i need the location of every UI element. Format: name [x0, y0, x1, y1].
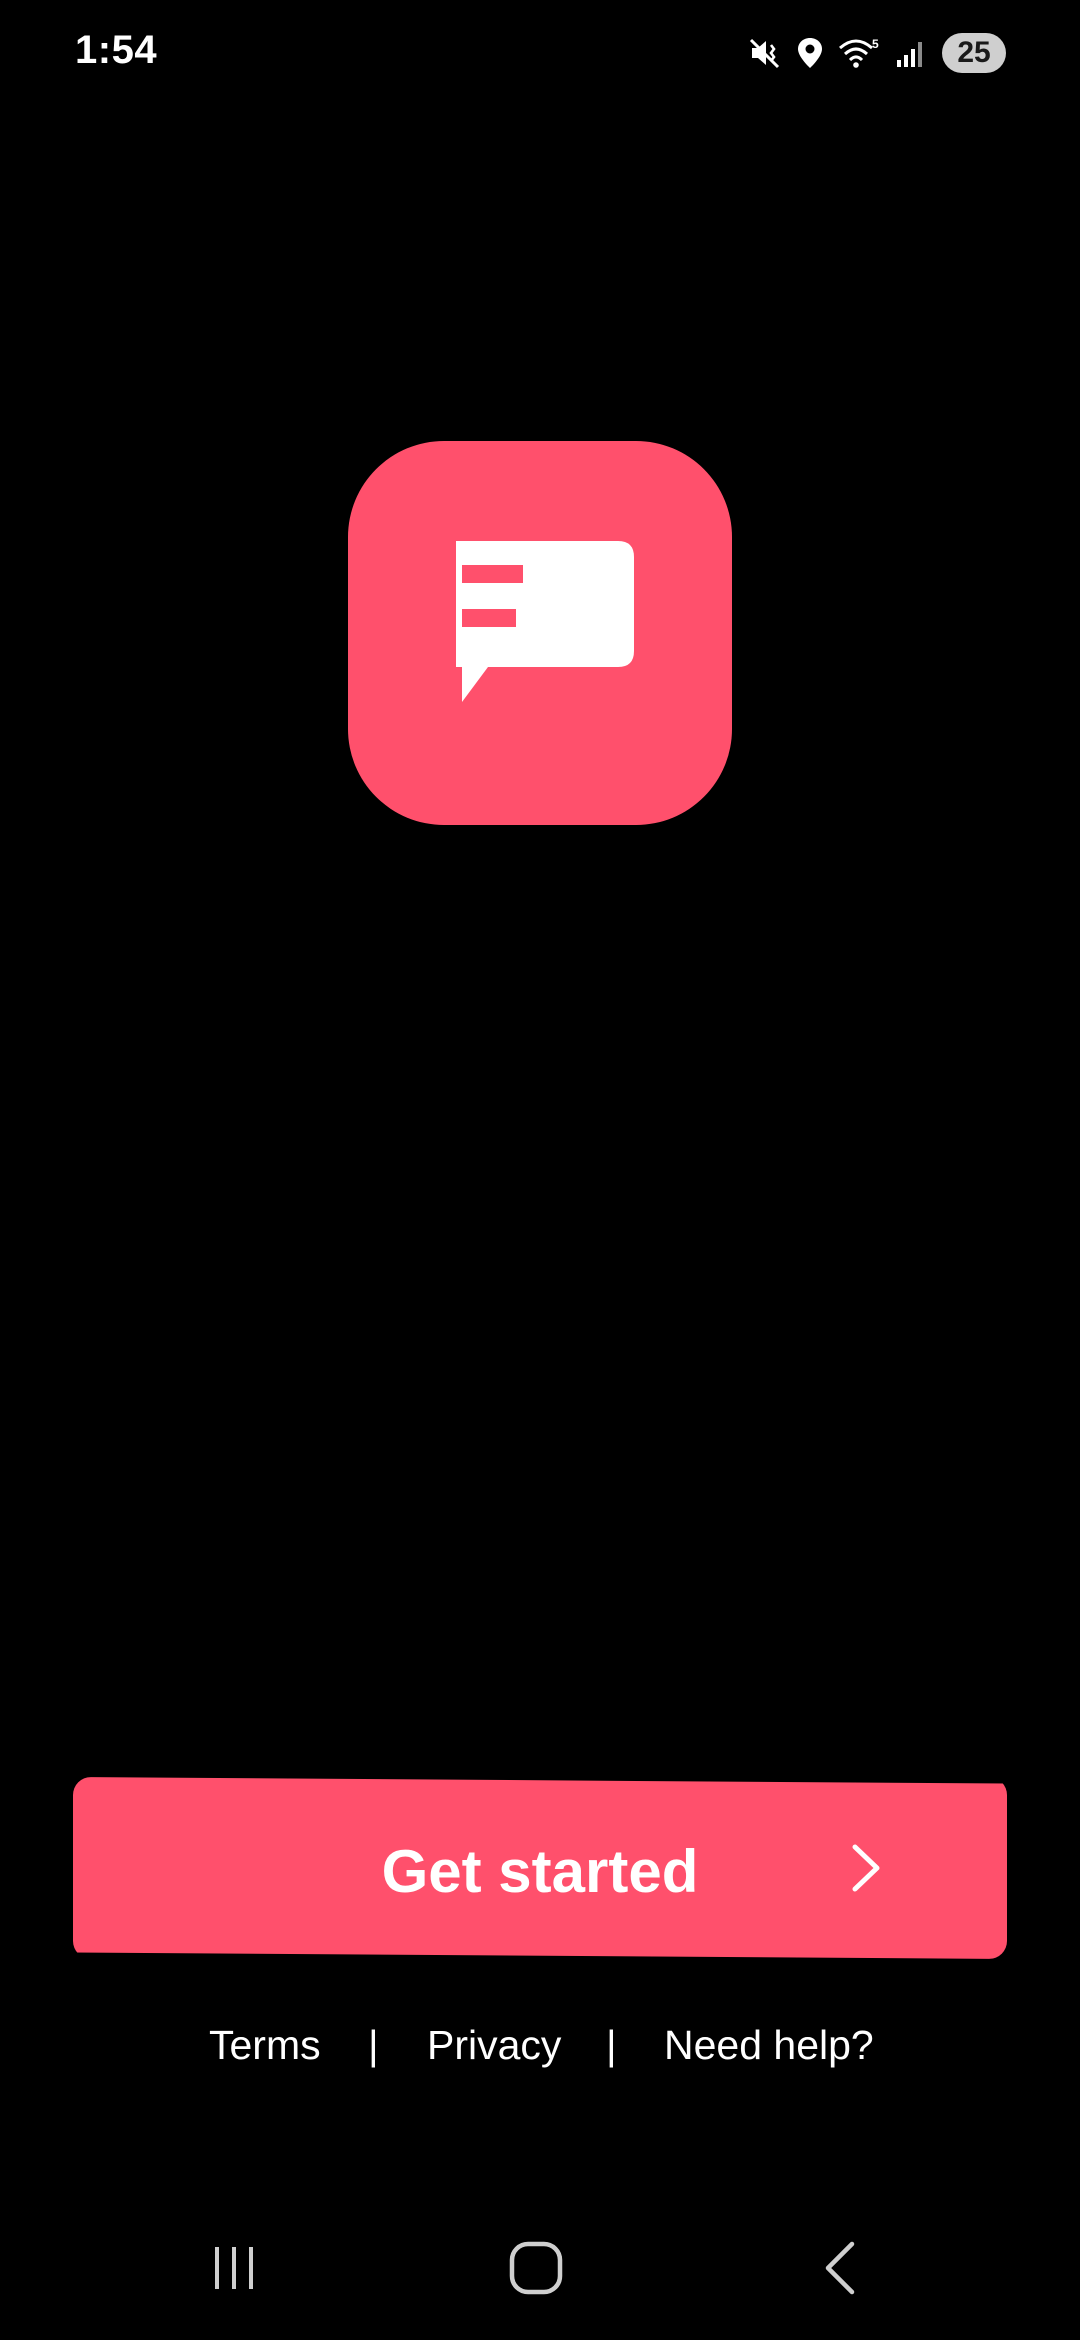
footer-links: Terms | Privacy | Need help?: [0, 2022, 1080, 2078]
mute-vibrate-icon: [748, 36, 782, 70]
chat-bubble-logo-icon: [440, 540, 640, 726]
recent-apps-icon: [209, 2243, 259, 2298]
footer-separator: |: [368, 2022, 379, 2068]
status-icons: 5 25: [748, 30, 1006, 76]
home-icon: [508, 2240, 564, 2301]
status-time: 1:54: [75, 28, 158, 72]
home-button[interactable]: [476, 2220, 596, 2320]
wifi-icon: 5: [838, 36, 880, 70]
footer-separator: |: [606, 2022, 617, 2068]
status-bar: 1:54 5 25: [0, 0, 1080, 104]
signal-icon: [894, 36, 928, 70]
terms-link[interactable]: Terms: [209, 2022, 321, 2069]
need-help-link[interactable]: Need help?: [664, 2022, 874, 2069]
recent-apps-button[interactable]: [174, 2220, 294, 2320]
get-started-button[interactable]: Get started: [73, 1777, 1007, 1959]
back-icon: [820, 2240, 860, 2301]
chevron-right-icon: [851, 1843, 881, 1896]
battery-icon: 25: [942, 33, 1006, 73]
navigation-bar: [0, 2220, 1080, 2320]
app-logo: [348, 441, 732, 825]
get-started-label: Get started: [381, 1837, 699, 1905]
back-button[interactable]: [780, 2220, 900, 2320]
location-icon: [796, 36, 824, 70]
privacy-link[interactable]: Privacy: [427, 2022, 561, 2069]
svg-text:5: 5: [872, 37, 879, 51]
